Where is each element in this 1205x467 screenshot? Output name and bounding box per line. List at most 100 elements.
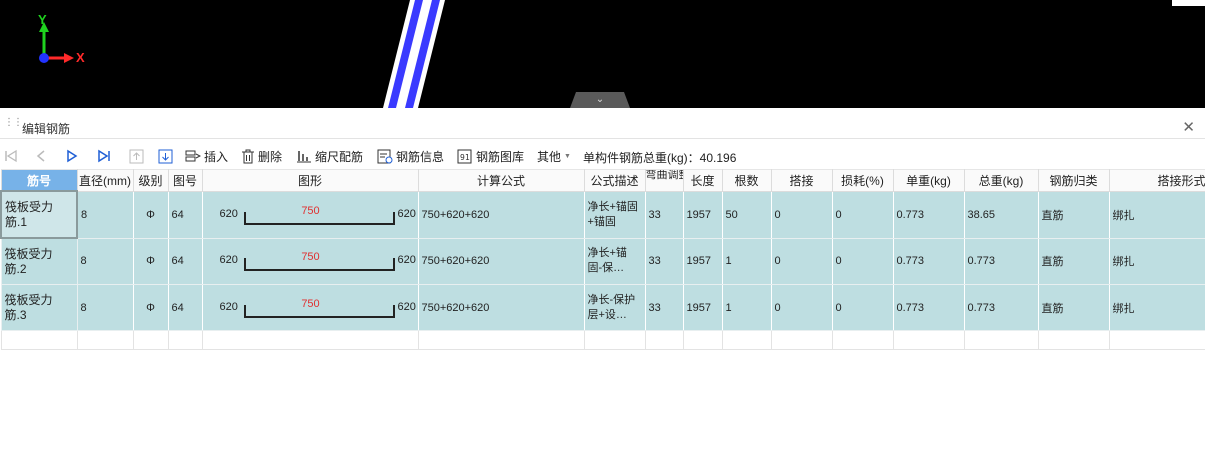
category-cell[interactable]: 直筋 [1037, 190, 1110, 239]
formula-cell[interactable]: 750+620+620 [417, 237, 585, 285]
move-up-button[interactable] [129, 146, 144, 166]
empty-cell[interactable] [963, 330, 1039, 350]
col-header[interactable]: 根数 [721, 169, 772, 192]
formula-desc-cell[interactable]: 净长+锚固-保… [583, 237, 646, 285]
empty-cell[interactable] [831, 330, 894, 350]
total-weight-cell[interactable]: 0.773 [963, 284, 1039, 331]
col-header[interactable]: 图号 [167, 169, 203, 192]
formula-desc-cell[interactable]: 净长-保护层+设… [583, 284, 646, 331]
empty-cell[interactable] [76, 330, 134, 350]
col-header[interactable]: 搭接形式 [1108, 169, 1205, 192]
figure-no-cell[interactable]: 64 [167, 284, 203, 331]
length-cell[interactable]: 1957 [682, 190, 723, 239]
shape-cell[interactable]: 620 750 620 [201, 237, 419, 285]
formula-cell[interactable]: 750+620+620 [417, 284, 585, 331]
bar-name-cell[interactable]: 筏板受力筋.3 [0, 284, 78, 331]
last-record-button[interactable] [97, 146, 111, 166]
unit-weight-cell[interactable]: 0.773 [892, 190, 965, 239]
col-header[interactable]: 直径(mm) [76, 169, 134, 192]
model-viewport[interactable]: Y X ⌄ [0, 0, 1205, 108]
rebar-library-button[interactable]: 91 钢筋图库 [457, 146, 524, 166]
empty-cell[interactable] [0, 330, 78, 350]
next-record-button[interactable] [65, 146, 79, 166]
empty-cell[interactable] [1108, 330, 1205, 350]
table-row[interactable]: 筏板受力筋.2 8 Φ 64 620 750 620 750+620+620 净… [0, 237, 1205, 285]
figure-no-cell[interactable]: 64 [167, 190, 203, 239]
shape-cell[interactable]: 620 750 620 [201, 284, 419, 331]
col-header[interactable]: 计算公式 [417, 169, 585, 192]
shape-right-length[interactable]: 620 [398, 301, 416, 313]
category-cell[interactable]: 直筋 [1037, 284, 1110, 331]
count-cell[interactable]: 1 [721, 284, 772, 331]
insert-button[interactable]: 插入 [185, 146, 228, 166]
lap-type-cell[interactable]: 绑扎 [1108, 190, 1205, 239]
lap-cell[interactable]: 0 [770, 237, 833, 285]
col-header[interactable]: 弯曲调整 [644, 169, 684, 192]
bend-adjust-cell[interactable]: 33 [644, 237, 684, 285]
grade-cell[interactable]: Φ [132, 190, 169, 239]
lap-type-cell[interactable]: 绑扎 [1108, 237, 1205, 285]
shape-cell[interactable]: 620 750 620 [201, 190, 419, 239]
table-row[interactable]: 筏板受力筋.1 8 Φ 64 620 750 620 750+620+620 净… [0, 190, 1205, 239]
prev-record-button[interactable] [34, 146, 48, 166]
rebar-info-button[interactable]: 钢筋信息 [377, 146, 444, 166]
first-record-button[interactable] [4, 146, 18, 166]
col-header[interactable]: 搭接 [770, 169, 833, 192]
bend-adjust-cell[interactable]: 33 [644, 190, 684, 239]
empty-cell[interactable] [583, 330, 646, 350]
grade-cell[interactable]: Φ [132, 284, 169, 331]
unit-weight-cell[interactable]: 0.773 [892, 237, 965, 285]
figure-no-cell[interactable]: 64 [167, 237, 203, 285]
col-header[interactable]: 级别 [132, 169, 169, 192]
bar-name-cell[interactable]: 筏板受力筋.1 [0, 190, 78, 239]
empty-cell[interactable] [167, 330, 203, 350]
formula-desc-cell[interactable]: 净长+锚固+锚固 [583, 190, 646, 239]
collapse-panel-button[interactable]: ⌄ [570, 92, 630, 108]
shape-right-length[interactable]: 620 [398, 208, 416, 220]
scale-rebar-button[interactable]: 缩尺配筋 [296, 146, 363, 166]
col-header[interactable]: 钢筋归类 [1037, 169, 1110, 192]
unit-weight-cell[interactable]: 0.773 [892, 284, 965, 331]
loss-cell[interactable]: 0 [831, 190, 894, 239]
col-header[interactable]: 总重(kg) [963, 169, 1039, 192]
col-header[interactable]: 单重(kg) [892, 169, 965, 192]
empty-cell[interactable] [770, 330, 833, 350]
diameter-cell[interactable]: 8 [76, 284, 134, 331]
total-weight-cell[interactable]: 38.65 [963, 190, 1039, 239]
category-cell[interactable]: 直筋 [1037, 237, 1110, 285]
bar-name-cell[interactable]: 筏板受力筋.2 [0, 237, 78, 285]
empty-cell[interactable] [132, 330, 169, 350]
lap-cell[interactable]: 0 [770, 190, 833, 239]
diameter-cell[interactable]: 8 [76, 190, 134, 239]
col-header[interactable]: 公式描述 [583, 169, 646, 192]
shape-right-length[interactable]: 620 [398, 254, 416, 266]
empty-cell[interactable] [201, 330, 419, 350]
new-row[interactable] [0, 330, 1205, 350]
close-icon[interactable]: ✕ [1182, 118, 1195, 136]
empty-cell[interactable] [682, 330, 723, 350]
move-down-button[interactable] [158, 146, 173, 166]
empty-cell[interactable] [1037, 330, 1110, 350]
empty-cell[interactable] [644, 330, 684, 350]
delete-button[interactable]: 删除 [241, 146, 282, 166]
col-header[interactable]: 长度 [682, 169, 723, 192]
col-header[interactable]: 筋号 [0, 169, 78, 192]
lap-type-cell[interactable]: 绑扎 [1108, 284, 1205, 331]
lap-cell[interactable]: 0 [770, 284, 833, 331]
count-cell[interactable]: 50 [721, 190, 772, 239]
empty-cell[interactable] [417, 330, 585, 350]
length-cell[interactable]: 1957 [682, 284, 723, 331]
table-row[interactable]: 筏板受力筋.3 8 Φ 64 620 750 620 750+620+620 净… [0, 284, 1205, 331]
length-cell[interactable]: 1957 [682, 237, 723, 285]
count-cell[interactable]: 1 [721, 237, 772, 285]
empty-cell[interactable] [892, 330, 965, 350]
empty-cell[interactable] [721, 330, 772, 350]
formula-cell[interactable]: 750+620+620 [417, 190, 585, 239]
grade-cell[interactable]: Φ [132, 237, 169, 285]
total-weight-cell[interactable]: 0.773 [963, 237, 1039, 285]
bend-adjust-cell[interactable]: 33 [644, 284, 684, 331]
col-header[interactable]: 损耗(%) [831, 169, 894, 192]
loss-cell[interactable]: 0 [831, 237, 894, 285]
other-menu[interactable]: 其他 ▼ [537, 146, 571, 166]
loss-cell[interactable]: 0 [831, 284, 894, 331]
